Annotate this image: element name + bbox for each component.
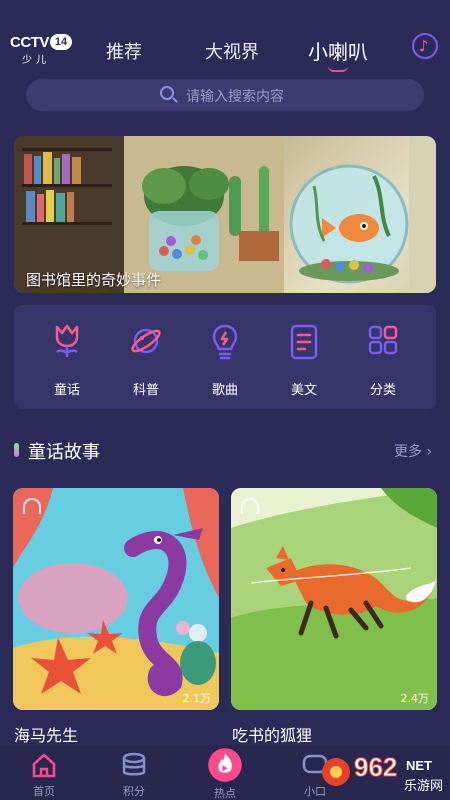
search-input[interactable]: 请输入搜索内容 xyxy=(26,79,424,111)
category-science[interactable]: 科普 xyxy=(116,323,176,401)
tulip-icon xyxy=(55,324,79,357)
top-header: CCTV 14 少儿 推荐 大视界 小喇叭 ♪ xyxy=(0,0,450,74)
watermark-net: NET xyxy=(406,758,432,773)
banner-caption: 图书馆里的奇妙事件 xyxy=(26,271,162,289)
music-button[interactable]: ♪ xyxy=(412,33,438,59)
story-title[interactable]: 吃书的狐狸 xyxy=(232,722,312,746)
tab-recommend[interactable]: 推荐 xyxy=(106,38,142,64)
music-note-icon: ♪ xyxy=(419,37,429,55)
category-label: 歌曲 xyxy=(211,383,238,398)
coins-icon xyxy=(122,752,146,776)
headphones-icon xyxy=(241,498,259,514)
category-fairy-tale[interactable]: 童话 xyxy=(37,323,97,401)
home-icon xyxy=(32,753,56,778)
featured-banner[interactable]: 图书馆里的奇妙事件 xyxy=(14,136,436,293)
flame-play-icon xyxy=(208,748,242,782)
card-illustration-seahorse xyxy=(13,488,219,710)
category-label: 分类 xyxy=(369,383,396,398)
logo-channel: 14 xyxy=(50,34,72,50)
nav-label: 首页 xyxy=(33,785,55,798)
tab-big-vision[interactable]: 大视界 xyxy=(205,38,259,64)
story-title[interactable]: 海马先生 xyxy=(14,722,78,746)
story-card[interactable]: 2.1万 xyxy=(13,488,219,710)
more-label: 更多 xyxy=(394,444,422,460)
lightbulb-icon xyxy=(212,324,238,360)
nav-label: 积分 xyxy=(123,785,145,798)
story-card[interactable]: 2.4万 xyxy=(231,488,437,710)
grid-icon xyxy=(368,325,398,355)
category-label: 美文 xyxy=(290,383,317,398)
nav-points[interactable]: 积分 xyxy=(99,745,169,800)
play-count: 2.4万 xyxy=(400,692,430,705)
category-panel: 童话 科普 歌曲 美文 分类 xyxy=(14,305,436,409)
document-icon xyxy=(290,324,318,360)
section-accent-bar xyxy=(14,443,19,457)
cctv-logo[interactable]: CCTV 14 少儿 xyxy=(10,34,72,66)
logo-text: CCTV xyxy=(10,34,49,51)
headphones-icon xyxy=(23,498,41,514)
logo-sub: 少儿 xyxy=(22,55,50,66)
tab-little-trumpet[interactable]: 小喇叭 xyxy=(308,36,368,65)
more-link[interactable]: 更多 › xyxy=(394,441,432,461)
search-placeholder: 请输入搜索内容 xyxy=(186,89,284,105)
category-songs[interactable]: 歌曲 xyxy=(195,323,255,401)
category-label: 童话 xyxy=(53,383,80,398)
category-label: 科普 xyxy=(132,383,159,398)
play-count: 2.1万 xyxy=(182,692,212,705)
watermark-cn: 乐游网 xyxy=(404,779,443,794)
nav-hot[interactable]: 热点 xyxy=(190,745,260,800)
section-title: 童话故事 xyxy=(28,442,100,463)
watermark-number: 962 xyxy=(354,752,397,782)
site-watermark: 962 NET 乐游网 xyxy=(322,752,443,794)
nav-label: 热点 xyxy=(214,787,236,800)
category-browse[interactable]: 分类 xyxy=(353,323,413,401)
search-icon xyxy=(160,86,174,100)
category-essays[interactable]: 美文 xyxy=(274,323,334,401)
active-tab-indicator xyxy=(328,66,348,72)
card-illustration-fox xyxy=(231,488,437,710)
nav-home[interactable]: 首页 xyxy=(9,745,79,800)
chevron-right-icon: › xyxy=(426,444,433,460)
planet-icon xyxy=(131,328,161,354)
